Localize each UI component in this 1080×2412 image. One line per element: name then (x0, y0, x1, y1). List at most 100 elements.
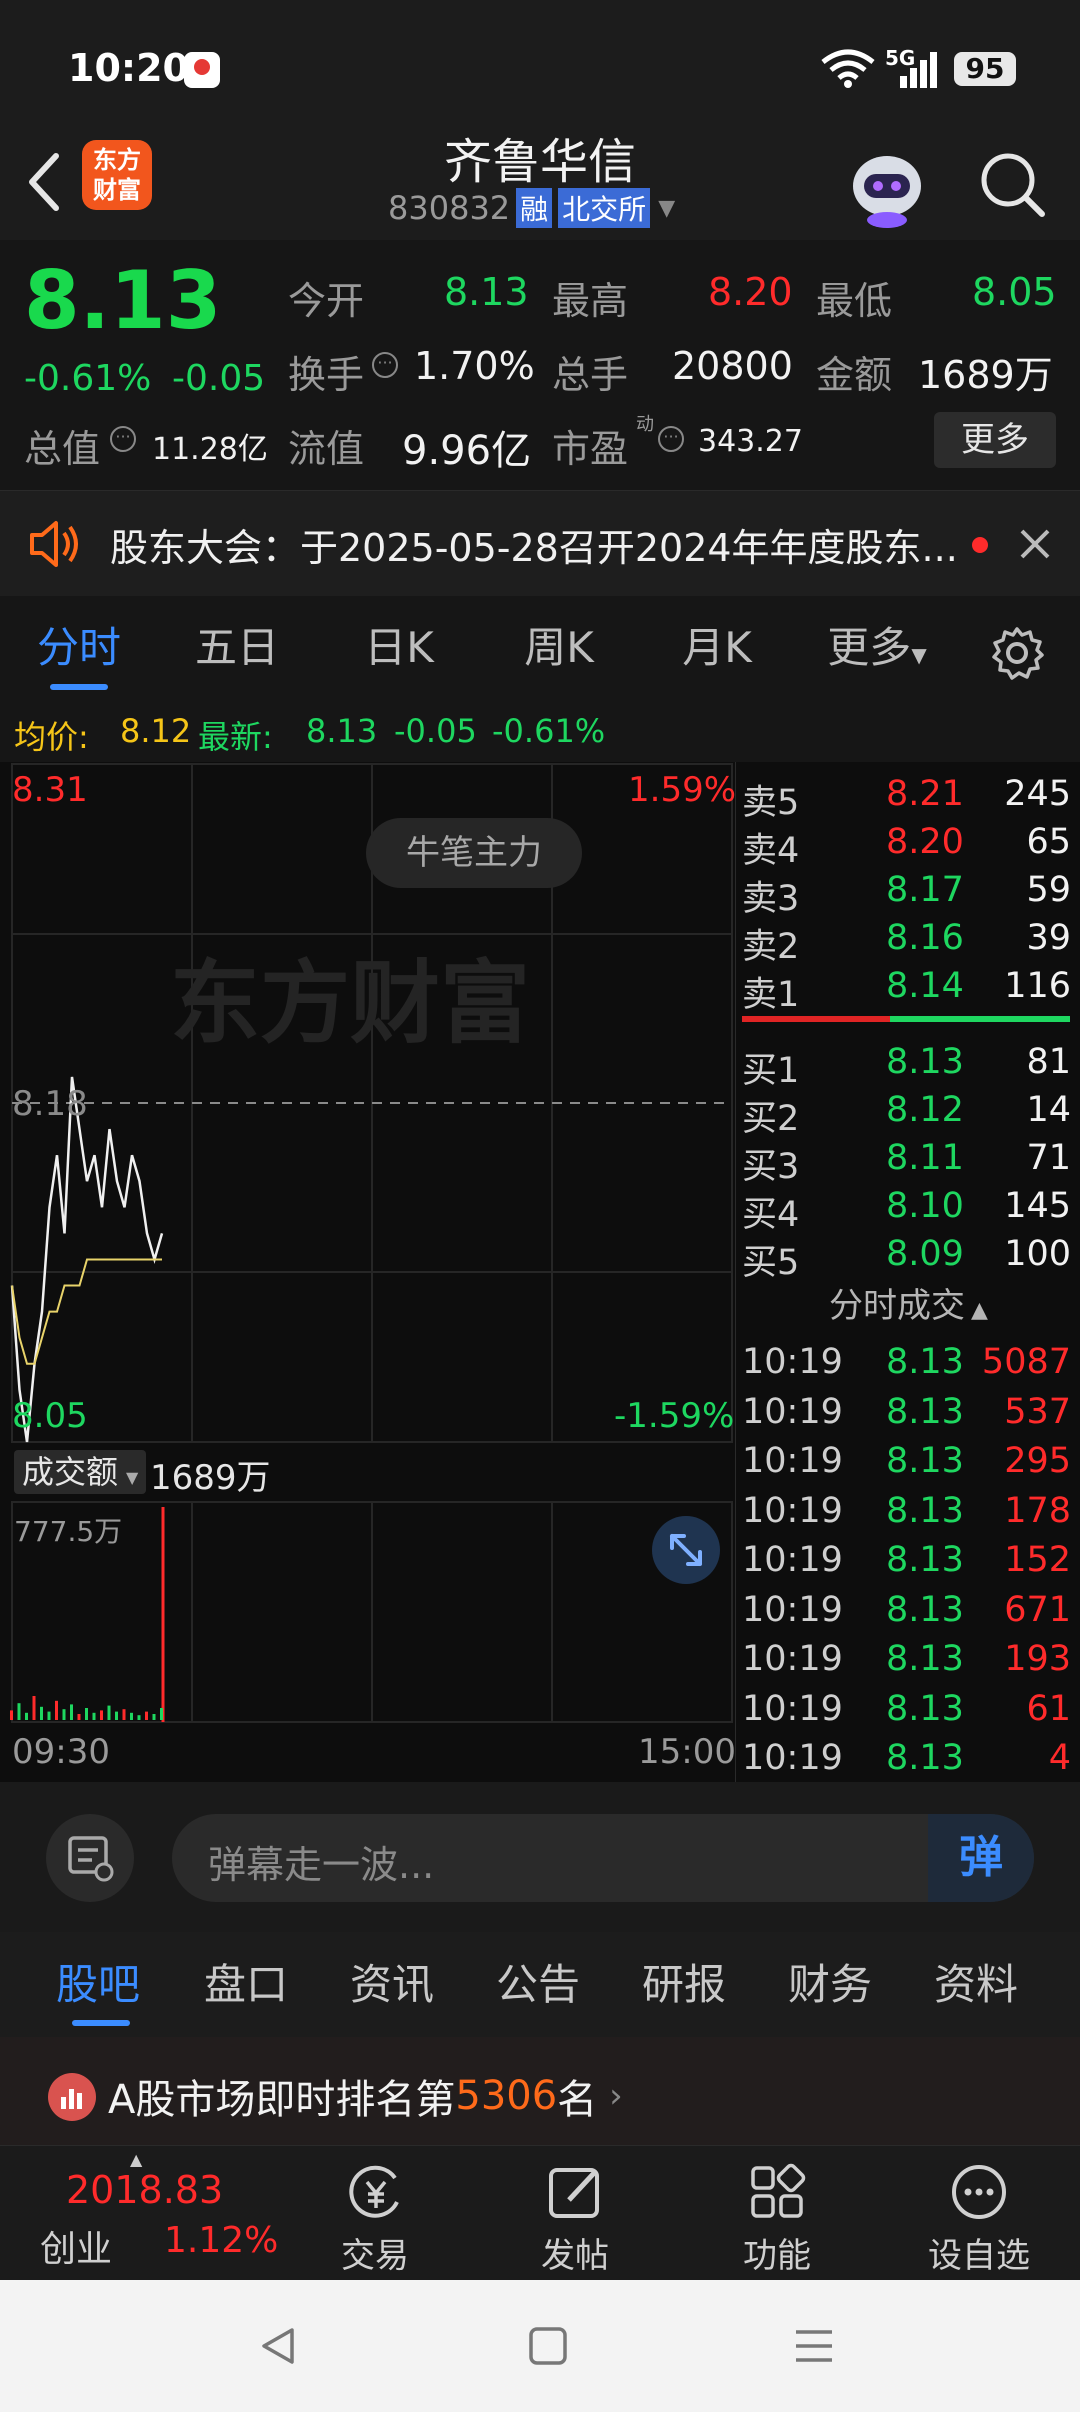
bid-row[interactable]: 买5 8.09 100 (736, 1234, 1080, 1283)
open-value: 8.13 (444, 270, 529, 314)
ask-row[interactable]: 卖4 8.20 65 (736, 822, 1080, 871)
ask-row[interactable]: 卖2 8.16 39 (736, 918, 1080, 967)
subtab-news[interactable]: 资讯 (350, 1932, 434, 2037)
bid-row[interactable]: 买3 8.11 71 (736, 1138, 1080, 1187)
bid-qty: 145 (1004, 1186, 1071, 1226)
danmaku-settings-icon[interactable] (46, 1814, 134, 1902)
total-value: 11.28亿 (152, 432, 268, 467)
quote-panel: 8.13 -0.61% -0.05 今开 8.13 最高 8.20 最低 8.0… (0, 240, 1080, 490)
ask-label: 卖4 (742, 831, 800, 871)
trade-qty: 178 (1004, 1490, 1071, 1531)
trade-price: 8.13 (886, 1490, 964, 1531)
trade-button[interactable]: 交易 (300, 2146, 450, 2281)
order-book: 卖5 8.21 245 卖4 8.20 65 卖3 8.17 59 卖2 8.16 39 卖1 8.14 1… (735, 762, 1080, 1782)
bid-row[interactable]: 买2 8.12 14 (736, 1090, 1080, 1139)
tab-active-indicator (50, 684, 108, 690)
tab-week-k[interactable]: 周K (500, 596, 618, 700)
trade-price: 8.13 (886, 1639, 964, 1679)
rank-banner[interactable]: A股市场即时排名第 5306 名 › (0, 2037, 1080, 2145)
volume-selector[interactable]: 成交额 ▼ (14, 1450, 147, 1494)
chart-top-pct: 1.59% (628, 770, 737, 810)
nav-menu-icon[interactable] (792, 2324, 836, 2368)
index-name: 创业 (40, 2229, 113, 2270)
float-value-label: 流值 (288, 427, 365, 471)
ask-price: 8.21 (886, 774, 964, 814)
subtab-research[interactable]: 研报 (642, 1932, 726, 2037)
more-button[interactable]: 更多 (934, 412, 1056, 468)
bid-price: 8.09 (886, 1234, 964, 1274)
total-value-label: 总值 (24, 427, 101, 471)
tab-more[interactable]: 更多▼ (818, 596, 936, 700)
subtab-profile[interactable]: 资料 (934, 1932, 1018, 2037)
bid-price: 8.12 (886, 1090, 964, 1130)
tab-month-k[interactable]: 月K (658, 596, 776, 700)
bottom-toolbar: ▲ 2018.83 创业 1.12% 交易 发帖 功能 设自选 (0, 2145, 1080, 2281)
nav-home-icon[interactable] (526, 2324, 570, 2368)
volume-bar (100, 1710, 103, 1720)
danmaku-send-button[interactable]: 弹 (928, 1814, 1034, 1902)
bid-price: 8.10 (886, 1186, 964, 1226)
subtab-finance[interactable]: 财务 (788, 1932, 872, 2037)
bid-row[interactable]: 买4 8.10 145 (736, 1186, 1080, 1235)
trade-time: 10:19 (742, 1540, 843, 1580)
intraday-chart[interactable]: 东方财富 8.31 1.59% 8.18 8.05 -1.59% 牛笔主力 成交… (0, 762, 737, 1782)
close-icon[interactable] (1018, 527, 1052, 561)
main-force-badge[interactable]: 牛笔主力 (366, 818, 582, 888)
search-icon[interactable] (978, 150, 1048, 220)
subtab-market-depth[interactable]: 盘口 (204, 1932, 288, 2037)
subtab-announcements[interactable]: 公告 (496, 1932, 580, 2037)
volume-bar (145, 1711, 148, 1720)
trade-time: 10:19 (742, 1342, 843, 1382)
ask-row[interactable]: 卖1 8.14 116 (736, 966, 1080, 1015)
rank-suffix: 名 (557, 2077, 598, 2123)
gear-icon[interactable] (990, 626, 1044, 680)
avg-label: 均价: (14, 718, 89, 756)
status-bar: 10:20 5G 95 (0, 0, 1080, 130)
badge-margin: 融 (516, 188, 553, 228)
volume-bar (92, 1712, 96, 1720)
volume-label: 总手 (552, 353, 629, 397)
trade-time: 10:19 (742, 1490, 843, 1531)
ask-price: 8.14 (886, 966, 964, 1006)
ask-label: 卖1 (742, 975, 800, 1015)
index-ticker[interactable]: ▲ 2018.83 创业 1.12% (0, 2146, 290, 2281)
info-icon[interactable]: ··· (372, 352, 398, 378)
nav-back-icon[interactable] (256, 2324, 300, 2368)
add-watchlist-label: 设自选 (928, 2236, 1030, 2276)
trade-row: 10:19 8.13 537 (736, 1392, 1080, 1440)
volume-bar (130, 1712, 133, 1720)
danmaku-input[interactable]: 弹幕走一波... 弹 (172, 1814, 1034, 1902)
battery-indicator: 95 (954, 52, 1016, 86)
ask-qty: 65 (1026, 822, 1071, 862)
trade-price: 8.13 (886, 1441, 964, 1481)
trade-qty: 537 (1004, 1391, 1071, 1432)
bid-qty: 100 (1004, 1234, 1071, 1274)
volume-max-label: 777.5万 (14, 1515, 123, 1548)
trade-price: 8.13 (886, 1342, 964, 1382)
rank-chart-icon (48, 2073, 96, 2121)
tab-five-day[interactable]: 五日 (178, 596, 296, 700)
ask-qty: 116 (1004, 966, 1071, 1006)
bid-label: 买4 (742, 1195, 800, 1235)
volume-bar (62, 1709, 66, 1720)
bid-row[interactable]: 买1 8.13 81 (736, 1042, 1080, 1091)
expand-icon[interactable] (652, 1516, 720, 1584)
add-watchlist-button[interactable]: 设自选 (904, 2146, 1054, 2281)
post-button[interactable]: 发帖 (500, 2146, 650, 2281)
trades-title[interactable]: 分时成交 ▲ (736, 1278, 1080, 1327)
tab-day-k[interactable]: 日K (340, 596, 458, 700)
ask-row[interactable]: 卖3 8.17 59 (736, 870, 1080, 919)
more-circle-icon (952, 2165, 1006, 2219)
chevron-down-icon[interactable]: ▼ (658, 196, 675, 221)
volume-bar (122, 1709, 126, 1720)
trade-time: 10:19 (742, 1639, 843, 1679)
ask-row[interactable]: 卖5 8.21 245 (736, 774, 1080, 823)
functions-button[interactable]: 功能 (702, 2146, 852, 2281)
notice-bar[interactable]: 股东大会：于2025-05-28召开2024年年度股东... (0, 490, 1080, 597)
trade-icon (349, 2165, 399, 2218)
amount-value: 1689万 (918, 353, 1053, 397)
robot-assistant-icon[interactable] (842, 140, 932, 230)
change-percent: -0.61% (24, 358, 152, 399)
info-icon[interactable]: ··· (658, 426, 684, 452)
info-icon[interactable]: ··· (110, 426, 136, 452)
